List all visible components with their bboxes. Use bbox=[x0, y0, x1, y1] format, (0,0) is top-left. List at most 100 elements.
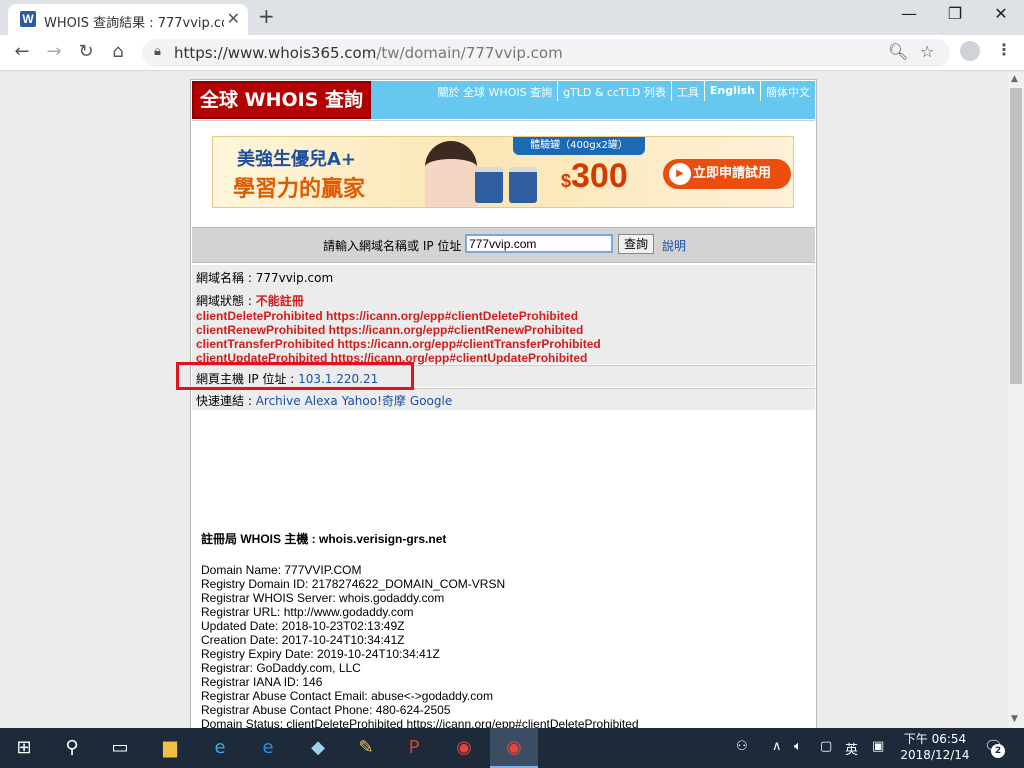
volume-icon[interactable]: 🔈︎ bbox=[794, 739, 802, 754]
url-host: https://www.whois365.com bbox=[174, 44, 377, 62]
page-container: 全球 WHOIS 查詢 關於 全球 WHOIS 查詢 gTLD & ccTLD … bbox=[190, 79, 817, 728]
forward-icon[interactable]: → bbox=[42, 41, 66, 62]
search-bar: 請輸入網域名稱或 IP 位址 查詢 說明 bbox=[192, 227, 815, 263]
whois-record: 註冊局 WHOIS 主機 : whois.verisign-grs.net Do… bbox=[201, 530, 639, 728]
file-explorer-icon[interactable]: ▆ bbox=[158, 736, 182, 760]
internet-explorer-icon[interactable]: e bbox=[208, 736, 232, 760]
url-text[interactable]: https://www.whois365.com/tw/domain/777vv… bbox=[174, 44, 563, 62]
nav-tools[interactable]: 工具 bbox=[670, 81, 704, 101]
clock-date: 2018/12/14 bbox=[900, 748, 970, 762]
minimize-icon[interactable]: — bbox=[886, 4, 932, 23]
ad-line1: 美強生優兒A+ bbox=[237, 149, 357, 170]
app-icon[interactable]: ◆ bbox=[306, 736, 330, 760]
nav-english[interactable]: English bbox=[703, 81, 760, 101]
show-hidden-icons-icon[interactable]: ∧ bbox=[772, 739, 782, 754]
formula-can-icon bbox=[475, 167, 503, 203]
whois-line: Registry Expiry Date: 2019-10-24T10:34:4… bbox=[201, 647, 440, 661]
profile-avatar-icon[interactable] bbox=[960, 41, 980, 61]
top-nav: 關於 全球 WHOIS 查詢 gTLD & ccTLD 列表 工具 Englis… bbox=[433, 81, 815, 101]
domain-status-label: 網域狀態 : bbox=[196, 294, 256, 308]
zoom-icon[interactable]: 🔍︎ bbox=[888, 42, 908, 61]
task-view-icon[interactable]: ▭ bbox=[108, 736, 132, 760]
ad-currency: $ bbox=[561, 171, 572, 191]
whois-line: Registrar URL: http://www.godaddy.com bbox=[201, 605, 414, 619]
domain-search-input[interactable] bbox=[465, 234, 613, 253]
whois-line: Registrar Abuse Contact Phone: 480-624-2… bbox=[201, 703, 451, 717]
link-yahoo[interactable]: Yahoo!奇摩 bbox=[342, 394, 406, 408]
whois-server-line: 註冊局 WHOIS 主機 : whois.verisign-grs.net bbox=[201, 530, 639, 547]
ad-line2: 學習力的贏家 bbox=[233, 177, 366, 202]
nav-tld-list[interactable]: gTLD & ccTLD 列表 bbox=[557, 81, 671, 101]
ad-tag: 體驗罐（400gx2罐） bbox=[513, 137, 645, 155]
nav-about[interactable]: 關於 全球 WHOIS 查詢 bbox=[433, 81, 558, 101]
restore-icon[interactable]: ❐ bbox=[932, 4, 978, 23]
page-scrollbar[interactable]: ▲ ▼ bbox=[1008, 72, 1024, 728]
reload-icon[interactable]: ↻ bbox=[74, 41, 98, 62]
whois-line: Domain Name: 777VVIP.COM bbox=[201, 563, 362, 577]
domain-status-value: 不能註冊 bbox=[255, 294, 304, 308]
new-tab-button[interactable]: + bbox=[258, 4, 275, 28]
address-bar[interactable]: 🔒︎ https://www.whois365.com/tw/domain/77… bbox=[142, 39, 950, 67]
ad-banner[interactable]: 美強生優兒A+ 學習力的贏家 體驗罐（400gx2罐） $300 立即申請試用 bbox=[212, 136, 794, 208]
search-icon[interactable]: ⚲ bbox=[60, 736, 84, 760]
home-icon[interactable]: ⌂ bbox=[106, 41, 130, 62]
status-code-line: clientDeleteProhibited https://icann.org… bbox=[196, 309, 579, 323]
ime-mode-icon[interactable]: ▣ bbox=[872, 739, 884, 754]
close-window-icon[interactable]: ✕ bbox=[978, 4, 1024, 23]
bookmark-star-icon[interactable]: ☆ bbox=[920, 42, 934, 61]
taskbar: ⊞ ⚲ ▭ ▆ e e ◆ ✎ P ◉ ◉ ⚇ ∧ 🔈︎ ▢ 英 ▣ 下午 06… bbox=[0, 728, 1024, 768]
domain-name-value: 777vvip.com bbox=[255, 271, 334, 285]
paint-icon[interactable]: ✎ bbox=[354, 736, 378, 760]
scroll-thumb[interactable] bbox=[1010, 88, 1022, 384]
ime-indicator[interactable]: 英 bbox=[845, 739, 858, 758]
formula-can-icon bbox=[509, 167, 537, 203]
browser-tab[interactable]: W WHOIS 查詢結果 : 777vvip.com ✕ bbox=[8, 4, 248, 35]
link-archive[interactable]: Archive bbox=[256, 394, 301, 408]
people-icon[interactable]: ⚇ bbox=[736, 739, 748, 754]
scroll-up-icon[interactable]: ▲ bbox=[1011, 74, 1018, 84]
search-button[interactable]: 查詢 bbox=[618, 234, 654, 254]
browser-menu-icon[interactable]: ⋮ bbox=[996, 40, 1012, 59]
chrome-icon[interactable]: ◉ bbox=[502, 736, 526, 760]
browser-toolbar: ← → ↻ ⌂ 🔒︎ https://www.whois365.com/tw/d… bbox=[0, 35, 1024, 71]
scroll-down-icon[interactable]: ▼ bbox=[1011, 714, 1018, 724]
network-icon[interactable]: ▢ bbox=[820, 739, 832, 754]
whois-line: Domain Status: clientDeleteProhibited ht… bbox=[201, 717, 639, 728]
domain-status-row: 網域狀態 : 不能註冊 clientDeleteProhibited https… bbox=[192, 289, 815, 365]
whois-server-label: 註冊局 WHOIS 主機 : bbox=[201, 532, 319, 546]
whois-raw-text: Domain Name: 777VVIP.COM Registry Domain… bbox=[201, 563, 639, 728]
quick-links-row: 快速連結 : Archive Alexa Yahoo!奇摩 Google bbox=[192, 388, 815, 410]
link-google[interactable]: Google bbox=[410, 394, 452, 408]
powerpoint-icon[interactable]: P bbox=[402, 736, 426, 760]
domain-name-row: 網域名稱 : 777vvip.com bbox=[192, 265, 815, 289]
clock-time: 下午 06:54 bbox=[903, 732, 967, 746]
lock-icon: 🔒︎ bbox=[154, 44, 161, 59]
whois-line: Registrar IANA ID: 146 bbox=[201, 675, 323, 689]
site-logo[interactable]: 全球 WHOIS 查詢 bbox=[192, 81, 371, 119]
back-icon[interactable]: ← bbox=[10, 41, 34, 62]
ip-highlight-box bbox=[176, 362, 414, 390]
help-link[interactable]: 說明 bbox=[662, 237, 686, 254]
page-viewport: 全球 WHOIS 查詢 關於 全球 WHOIS 查詢 gTLD & ccTLD … bbox=[0, 72, 1008, 728]
whois-server-value: whois.verisign-grs.net bbox=[319, 532, 447, 546]
windows-start-icon[interactable]: ⊞ bbox=[12, 736, 36, 760]
edge-icon[interactable]: e bbox=[256, 736, 280, 760]
link-alexa[interactable]: Alexa bbox=[305, 394, 338, 408]
ad-area: 美強生優兒A+ 學習力的贏家 體驗罐（400gx2罐） $300 立即申請試用 bbox=[192, 120, 815, 226]
system-clock[interactable]: 下午 06:54 2018/12/14 bbox=[895, 731, 975, 763]
notification-count-badge: 2 bbox=[991, 744, 1005, 758]
nav-simplified-chinese[interactable]: 簡体中文 bbox=[760, 81, 815, 101]
ad-cta-button[interactable]: 立即申請試用 bbox=[663, 159, 791, 189]
chrome-icon[interactable]: ◉ bbox=[452, 736, 476, 760]
status-codes: clientDeleteProhibited https://icann.org… bbox=[196, 309, 811, 365]
tab-title: WHOIS 查詢結果 : 777vvip.com bbox=[44, 16, 224, 31]
whois-line: Registry Domain ID: 2178274622_DOMAIN_CO… bbox=[201, 577, 506, 591]
close-tab-icon[interactable]: ✕ bbox=[227, 9, 240, 28]
whois-line: Creation Date: 2017-10-24T10:34:41Z bbox=[201, 633, 405, 647]
browser-tab-bar: W WHOIS 查詢結果 : 777vvip.com ✕ + — ❐ ✕ bbox=[0, 0, 1024, 35]
whois-line: Updated Date: 2018-10-23T02:13:49Z bbox=[201, 619, 405, 633]
ad-price: $300 bbox=[561, 157, 628, 196]
search-label: 請輸入網域名稱或 IP 位址 bbox=[323, 239, 462, 253]
domain-name-label: 網域名稱 : bbox=[196, 271, 256, 285]
status-code-line: clientRenewProhibited https://icann.org/… bbox=[196, 323, 584, 337]
